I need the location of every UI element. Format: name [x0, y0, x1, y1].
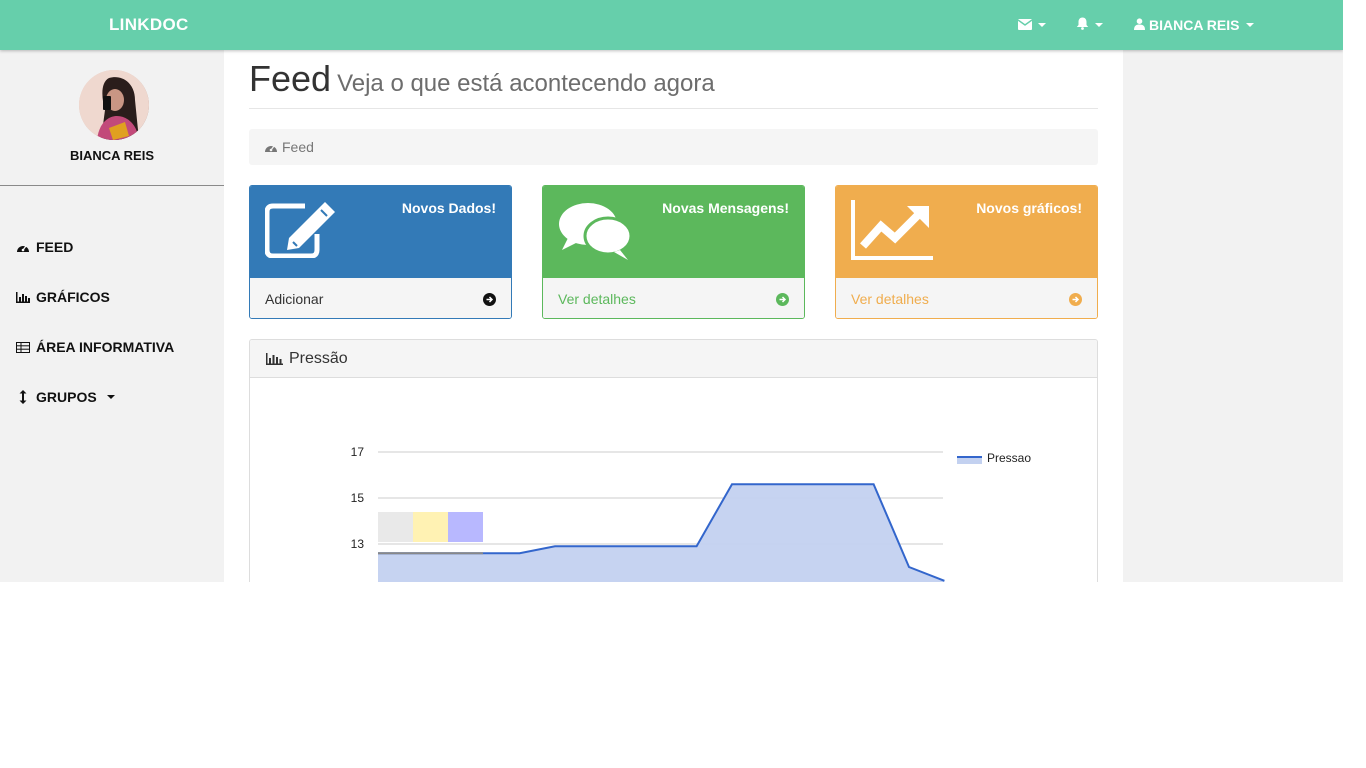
- sidebar-divider: [0, 185, 224, 186]
- card-header: Novos Dados!: [250, 186, 511, 278]
- chart-highlight-band: [378, 512, 413, 542]
- legend-label: Pressao: [987, 451, 1031, 465]
- envelope-icon: [1017, 17, 1033, 33]
- card-novas-mensagens: Novas Mensagens! Ver detalhes: [542, 185, 805, 319]
- sidebar-item-label: ÁREA INFORMATIVA: [36, 339, 175, 355]
- dashboard-icon: [16, 241, 30, 253]
- breadcrumb: Feed: [249, 129, 1098, 165]
- card-novos-graficos: Novos gráficos! Ver detalhes: [835, 185, 1098, 319]
- card-footer-label: Adicionar: [265, 291, 324, 307]
- card-title: Novos gráficos!: [976, 200, 1082, 216]
- notifications-dropdown[interactable]: [1076, 17, 1103, 33]
- dashboard-icon: [264, 142, 278, 153]
- chart-highlight-band: [448, 512, 483, 542]
- brand-logo[interactable]: LINKDOC: [109, 15, 189, 35]
- sidebar-item-area-informativa[interactable]: ÁREA INFORMATIVA: [16, 339, 174, 355]
- sidebar-item-feed[interactable]: FEED: [16, 239, 73, 255]
- sidebar-item-label: GRUPOS: [36, 389, 97, 405]
- arrow-circle-right-icon: [483, 292, 496, 306]
- sidebar-item-grupos[interactable]: GRUPOS: [16, 389, 115, 405]
- top-navbar: LINKDOC BIANCA REIS: [0, 0, 1343, 50]
- arrow-circle-right-icon: [1069, 292, 1082, 306]
- arrow-circle-right-icon: [776, 292, 789, 306]
- page-subtitle: Veja o que está acontecendo agora: [337, 70, 715, 97]
- comments-icon: [558, 200, 634, 265]
- chevron-down-icon: [1245, 23, 1254, 27]
- sidebar-item-label: GRÁFICOS: [36, 289, 110, 305]
- avatar[interactable]: [79, 70, 149, 140]
- y-tick-label: 15: [351, 491, 365, 505]
- card-footer-link[interactable]: Ver detalhes: [836, 278, 1097, 318]
- card-footer-link[interactable]: Ver detalhes: [543, 278, 804, 318]
- card-footer-label: Ver detalhes: [851, 291, 929, 307]
- pressure-chart: 13 15 17 Pressao: [351, 445, 1031, 582]
- user-icon: [1134, 17, 1145, 33]
- app-window: LINKDOC BIANCA REIS BIANCA REIS FEED GRÁ…: [0, 0, 1343, 582]
- legend-swatch: [957, 457, 982, 464]
- user-dropdown[interactable]: BIANCA REIS: [1134, 17, 1254, 33]
- chevron-down-icon: [106, 395, 115, 399]
- page-title: Feed: [249, 58, 332, 99]
- card-footer-label: Ver detalhes: [558, 291, 636, 307]
- chart-panel: Pressão 13 15 17 Pressao: [249, 339, 1098, 582]
- vertical-arrows-icon: [16, 390, 30, 404]
- sidebar: BIANCA REIS FEED GRÁFICOS ÁREA INFORMATI…: [0, 50, 224, 582]
- card-title: Novas Mensagens!: [662, 200, 789, 216]
- card-novos-dados: Novos Dados! Adicionar: [249, 185, 512, 319]
- card-title: Novos Dados!: [401, 200, 496, 216]
- messages-dropdown[interactable]: [1017, 17, 1046, 33]
- card-footer-link[interactable]: Adicionar: [250, 278, 511, 318]
- card-header: Novos gráficos!: [836, 186, 1097, 278]
- breadcrumb-item-feed[interactable]: Feed: [282, 139, 314, 155]
- bell-icon: [1076, 17, 1089, 33]
- user-name: BIANCA REIS: [1149, 17, 1240, 33]
- chart-highlight-band: [413, 512, 448, 542]
- bar-chart-icon: [16, 291, 30, 303]
- main-content: Feed Veja o que está acontecendo agora Fe…: [224, 50, 1123, 582]
- panel-title: Pressão: [289, 349, 348, 367]
- bar-chart-icon: [266, 352, 283, 365]
- profile-name: BIANCA REIS: [69, 148, 155, 163]
- sidebar-item-graficos[interactable]: GRÁFICOS: [16, 289, 110, 305]
- sidebar-item-label: FEED: [36, 239, 74, 255]
- chevron-down-icon: [1038, 23, 1046, 27]
- chevron-down-icon: [1095, 23, 1103, 27]
- table-icon: [16, 341, 30, 353]
- y-tick-label: 13: [351, 537, 365, 551]
- y-tick-label: 17: [351, 445, 365, 459]
- card-header: Novas Mensagens!: [543, 186, 804, 278]
- page-header: Feed Veja o que está acontecendo agora: [249, 58, 1098, 109]
- edit-icon: [264, 200, 337, 263]
- panel-heading: Pressão: [250, 340, 1097, 378]
- line-chart-icon: [851, 200, 933, 267]
